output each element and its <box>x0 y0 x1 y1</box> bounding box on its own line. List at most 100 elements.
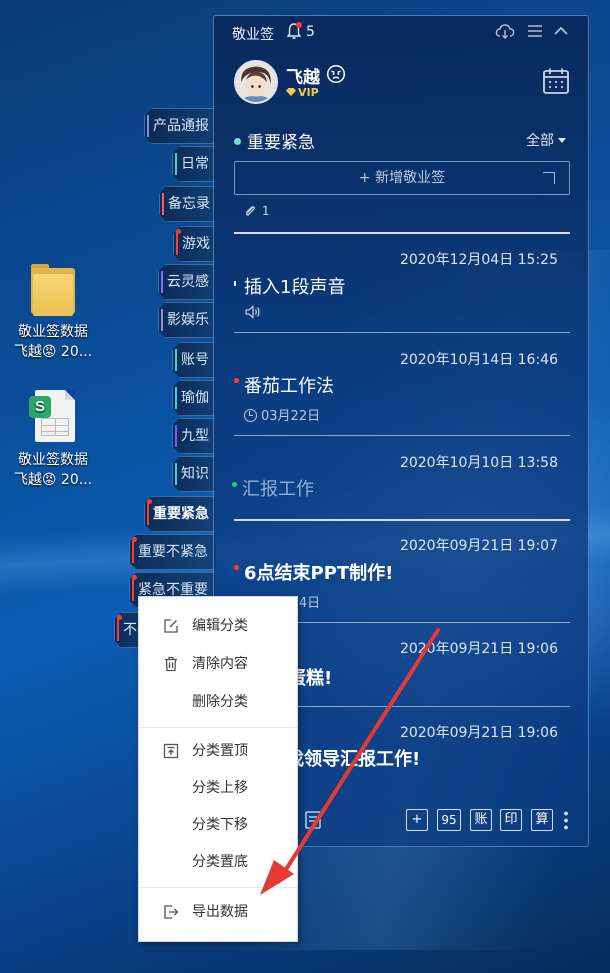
collapse-up-icon[interactable] <box>551 21 571 41</box>
desktop-folder-icon[interactable]: 敬业签数据 飞越😡 20... <box>3 262 103 362</box>
category-tab[interactable]: 瑜伽 <box>172 380 216 416</box>
menu-item-pin-top[interactable]: 分类置顶 <box>139 734 297 768</box>
note-date: 2020年10月14日 16:46 <box>399 352 558 368</box>
category-label: 产品通报 <box>153 118 209 134</box>
category-tab[interactable]: 日常 <box>172 146 216 182</box>
expand-icon[interactable] <box>543 172 555 184</box>
category-tab[interactable]: 游戏 <box>173 226 216 262</box>
category-label: 九型 <box>181 428 209 444</box>
menu-item-delete-category[interactable]: 删除分类 <box>139 685 297 719</box>
avatar[interactable] <box>234 60 278 104</box>
angry-face-icon <box>326 64 346 84</box>
note-date: 2020年12月04日 15:25 <box>399 252 558 268</box>
category-label: 账号 <box>181 352 209 368</box>
menu-item-move-up[interactable]: 分类上移 <box>139 771 297 805</box>
filter-label: 全部 <box>526 133 554 149</box>
calendar-icon[interactable] <box>542 67 570 95</box>
category-title-text: 重要紧急 <box>247 133 315 153</box>
note-title: 番茄工作法 <box>244 376 334 397</box>
spreadsheet-icon: S <box>29 390 77 446</box>
menu-item-clear-content[interactable]: 清除内容 <box>139 647 297 681</box>
pin-top-icon <box>163 743 179 759</box>
menu-item-pin-bottom[interactable]: 分类置底 <box>139 845 297 879</box>
speaker-icon <box>245 305 260 319</box>
filter-dropdown[interactable]: 全部 <box>526 130 566 150</box>
menu-icon[interactable] <box>525 21 545 41</box>
category-label: 不 <box>123 622 137 638</box>
menu-item-label: 分类置顶 <box>192 743 248 759</box>
menu-item-edit-category[interactable]: 编辑分类 <box>139 609 297 643</box>
category-label: 游戏 <box>182 236 210 252</box>
category-label: 备忘录 <box>168 196 210 212</box>
menu-item-label: 分类上移 <box>192 780 248 796</box>
new-note-label: + 新增敬业签 <box>358 170 446 186</box>
menu-item-label: 删除分类 <box>192 694 248 710</box>
print-button[interactable]: 印 <box>500 809 522 831</box>
new-note-button[interactable]: + 新增敬业签 <box>234 161 570 195</box>
document-icon[interactable] <box>304 810 322 830</box>
menu-separator <box>139 727 297 728</box>
category-tab[interactable]: 账号 <box>172 342 216 378</box>
caret-down-icon <box>558 138 566 143</box>
attachment-indicator[interactable]: 1 <box>244 204 269 218</box>
notification-count: 5 <box>306 24 315 40</box>
folder-icon <box>29 262 77 318</box>
calculator-button[interactable]: 算 <box>531 809 553 831</box>
menu-item-label: 清除内容 <box>192 656 248 672</box>
category-tab[interactable]: 九型 <box>172 418 216 454</box>
user-name: 飞越 <box>286 68 320 88</box>
note-date: 2020年09月21日 19:06 <box>399 725 558 741</box>
category-tab[interactable]: 云灵感 <box>158 264 216 300</box>
note-dot <box>234 378 239 383</box>
count-button[interactable]: 95 <box>437 809 461 831</box>
category-label: 日常 <box>181 156 209 172</box>
title-bar: 敬业签 5 <box>214 16 588 46</box>
category-tab[interactable]: 备忘录 <box>159 186 216 222</box>
category-label: 云灵感 <box>167 274 209 290</box>
vip-badge: VIP <box>286 86 319 99</box>
category-label: 影娱乐 <box>167 312 209 328</box>
desktop-icon-label: 敬业签数据 <box>18 452 88 468</box>
note-title: 汇报工作 <box>242 479 314 500</box>
category-label: 重要紧急 <box>153 506 209 522</box>
note-date: 2020年09月21日 19:06 <box>399 641 558 657</box>
note-dot <box>232 482 237 487</box>
menu-item-label: 分类下移 <box>192 817 248 833</box>
more-options-icon[interactable] <box>564 810 568 830</box>
context-menu: 编辑分类 清除内容 删除分类 分类置顶 分类上移 分类下移 分类置底 导出数据 <box>138 596 298 942</box>
desktop-icon-label: 敬业签数据 <box>18 324 88 340</box>
reminder-date: 03月22日 <box>261 409 321 424</box>
reminder-time: 03月22日 <box>244 405 320 424</box>
menu-item-label: 编辑分类 <box>192 618 248 634</box>
category-label: 重要不紧急 <box>138 544 208 560</box>
divider <box>234 332 570 333</box>
menu-item-move-down[interactable]: 分类下移 <box>139 808 297 842</box>
menu-item-label: 导出数据 <box>192 904 248 920</box>
divider <box>234 435 570 436</box>
category-tab-active[interactable]: 重要紧急 <box>144 496 216 532</box>
paperclip-icon <box>246 206 256 216</box>
category-tab[interactable]: 知识 <box>172 456 216 492</box>
note-date: 2020年10月10日 13:58 <box>399 455 558 471</box>
ledger-button[interactable]: 账 <box>470 809 492 831</box>
category-color-dot <box>234 138 241 145</box>
note-dot <box>234 281 236 286</box>
category-tab[interactable]: 产品通报 <box>144 108 216 144</box>
category-tab[interactable]: 重要不紧急 <box>129 534 216 570</box>
note-title: 插入1段声音 <box>244 277 346 298</box>
desktop-icon-label: 飞越😡 20... <box>13 472 93 488</box>
cloud-sync-icon[interactable] <box>495 21 515 41</box>
clock-icon <box>244 409 257 422</box>
note-title: 6点结束PPT制作! <box>244 563 394 584</box>
menu-item-label: 分类置底 <box>192 854 248 870</box>
note-title: 找领导汇报工作! <box>286 749 421 770</box>
add-button[interactable]: + <box>406 809 428 831</box>
note-date: 2020年09月21日 19:07 <box>399 538 558 554</box>
desktop-spreadsheet-icon[interactable]: S 敬业签数据 飞越😡 20... <box>3 390 103 490</box>
category-tab[interactable]: 影娱乐 <box>158 302 216 338</box>
menu-separator <box>139 887 297 888</box>
edit-icon <box>164 619 178 633</box>
menu-item-export-data[interactable]: 导出数据 <box>139 895 297 929</box>
app-title: 敬业签 <box>232 27 274 43</box>
divider <box>234 232 570 234</box>
